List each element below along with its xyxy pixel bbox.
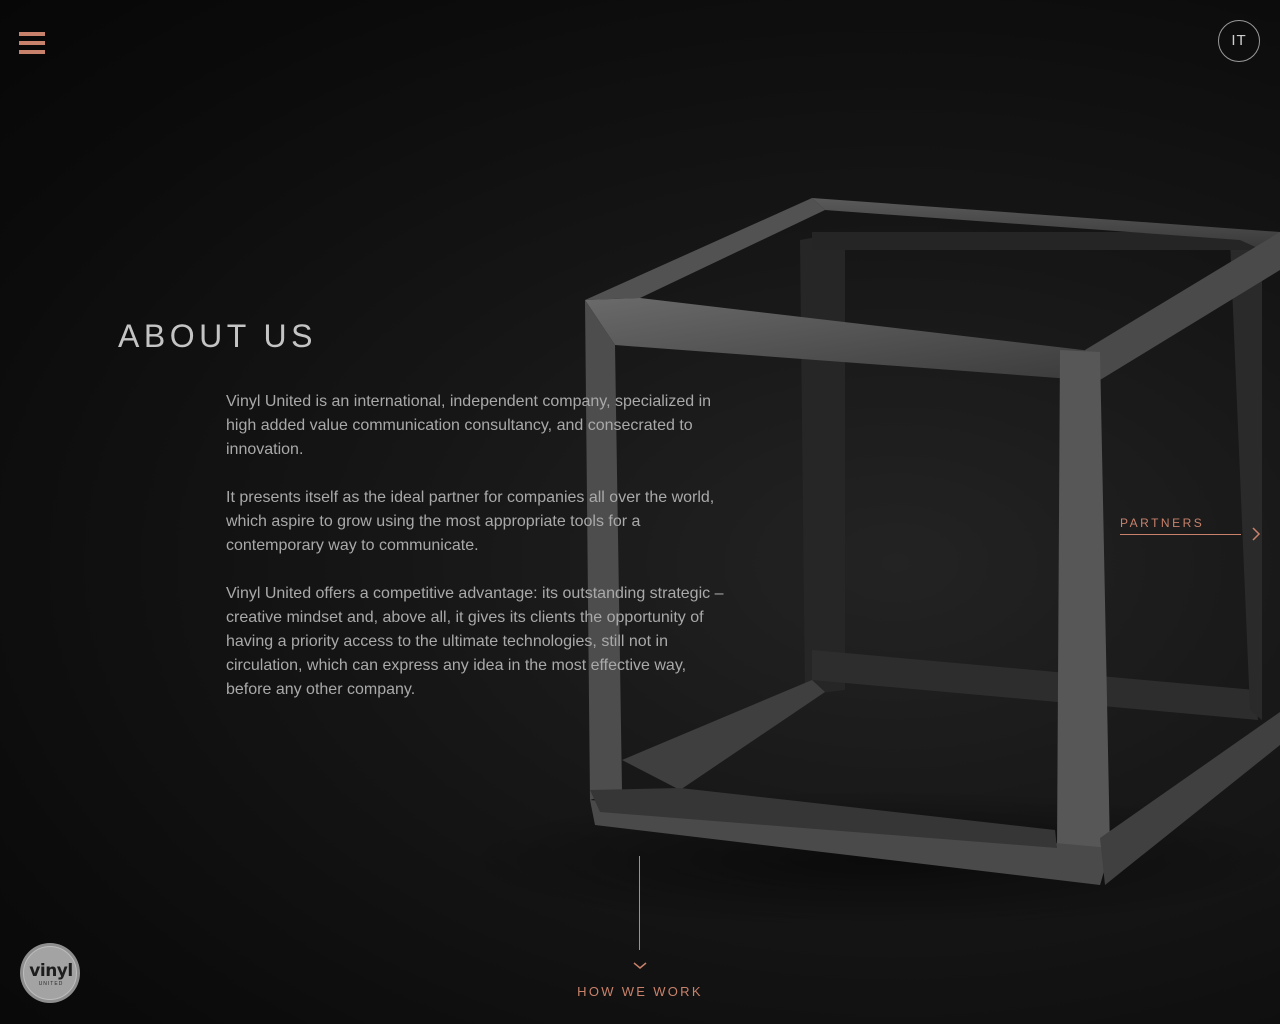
about-paragraph-3: Vinyl United offers a competitive advant… (226, 585, 724, 698)
about-paragraph-1: Vinyl United is an international, indepe… (226, 393, 712, 458)
hamburger-icon-bar (19, 41, 45, 45)
chevron-right-icon (1252, 527, 1261, 541)
about-paragraph-2: It presents itself as the ideal partner … (226, 489, 715, 554)
logo-wordmark: vinyl (29, 961, 73, 981)
how-we-work-scroll-link[interactable]: HOW WE WORK (560, 856, 720, 1006)
page: IT ABOUT US Vinyl United is an internati… (0, 0, 1280, 1024)
partners-next-link[interactable]: PARTNERS (1120, 514, 1265, 544)
hamburger-menu-button[interactable] (18, 31, 46, 57)
partners-label: PARTNERS (1120, 516, 1205, 530)
how-we-work-label: HOW WE WORK (577, 984, 703, 999)
hamburger-icon (19, 32, 45, 36)
logo-badge: vinyl UNITED (23, 946, 77, 1000)
scroll-line (639, 856, 640, 950)
language-switch-button[interactable]: IT (1218, 20, 1260, 62)
about-text: Vinyl United is an international, indepe… (226, 390, 726, 726)
logo-subtitle: UNITED (38, 981, 64, 987)
chevron-down-icon (633, 962, 647, 969)
vinyl-united-logo[interactable]: vinyl UNITED (20, 943, 80, 1003)
hamburger-icon-bar (19, 50, 45, 54)
page-title: ABOUT US (118, 318, 317, 354)
partners-underline (1120, 534, 1241, 535)
